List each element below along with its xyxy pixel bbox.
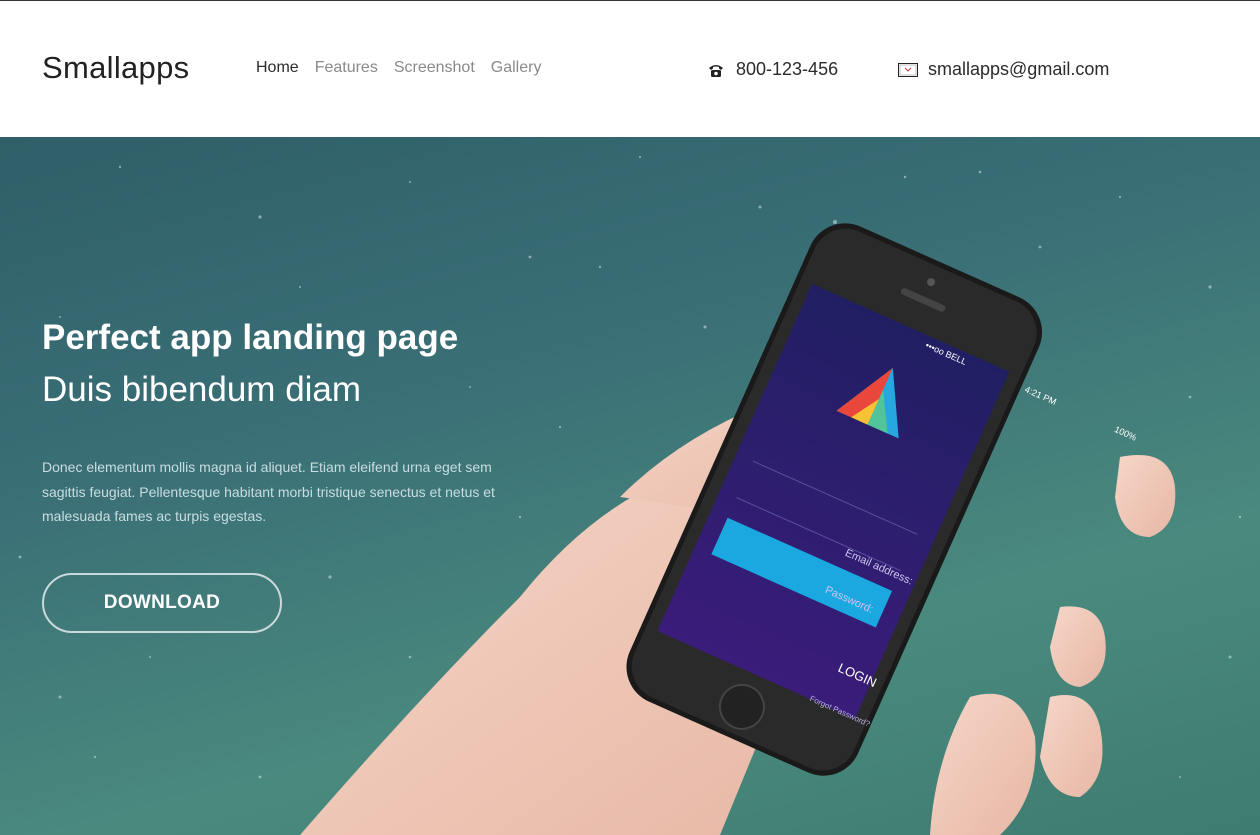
main-nav: Home Features Screenshot Gallery [256,59,541,77]
email-address[interactable]: smallapps@gmail.com [928,59,1109,80]
hero-description: Donec elementum mollis magna id aliquet.… [42,459,495,524]
phone-number[interactable]: 800-123-456 [736,59,838,80]
nav-gallery[interactable]: Gallery [491,59,542,77]
hand-finger [1050,606,1106,687]
hand-finger [1040,695,1103,797]
nav-screenshot[interactable]: Screenshot [394,59,475,77]
hero-section: •••oo BELL 4:21 PM 100% Email address: P… [0,137,1260,835]
brand-logo[interactable]: Smallapps [42,50,189,86]
hero-title: Perfect app landing page [42,318,459,357]
nav-home[interactable]: Home [256,59,299,77]
hand-finger [930,693,1036,835]
hero-subtitle: Duis bibendum diam [42,370,362,409]
hand-finger [1115,455,1176,537]
download-button[interactable]: DOWNLOAD [42,573,282,633]
site-header: Smallapps Home Features Screenshot Galle… [0,1,1260,137]
contact-email: smallapps@gmail.com [898,59,1109,80]
contact-phone: 800-123-456 [706,59,838,80]
phone-icon [706,61,726,79]
nav-features[interactable]: Features [315,59,378,77]
envelope-icon [898,61,918,79]
